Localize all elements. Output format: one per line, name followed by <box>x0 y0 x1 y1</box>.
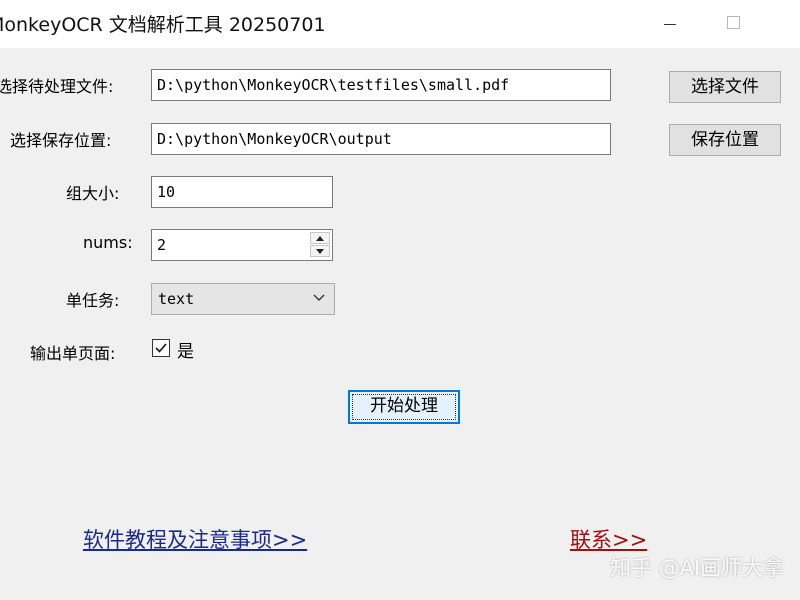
choose-file-button[interactable]: 选择文件 <box>669 71 781 103</box>
input-file-field[interactable]: D:\python\MonkeyOCR\testfiles\small.pdf <box>151 69 611 101</box>
start-processing-button[interactable]: 开始处理 <box>348 390 460 424</box>
watermark: 知乎 @AI画师大拿 <box>610 556 785 580</box>
chevron-down-icon <box>313 294 325 301</box>
checkmark-icon <box>155 343 167 353</box>
title-bar: MonkeyOCR 文档解析工具 20250701 <box>0 0 800 48</box>
single-page-checkbox-label[interactable]: 是 <box>177 337 194 362</box>
focus-ring <box>352 394 456 420</box>
single-page-label: 输出单页面: <box>30 344 116 363</box>
app-window: MonkeyOCR 文档解析工具 20250701 选择待处理文件: D:\py… <box>0 0 800 600</box>
group-size-field[interactable]: 10 <box>151 176 333 208</box>
tutorial-link[interactable]: 软件教程及注意事项>> <box>83 524 307 554</box>
contact-link[interactable]: 联系>> <box>570 524 647 554</box>
maximize-icon[interactable] <box>714 6 754 40</box>
output-dir-field[interactable]: D:\python\MonkeyOCR\output <box>151 123 611 155</box>
spin-down-icon[interactable] <box>310 245 330 257</box>
single-page-checkbox[interactable] <box>152 339 170 357</box>
nums-spinbox[interactable]: 2 <box>151 229 333 261</box>
input-file-label: 选择待处理文件: <box>0 77 114 96</box>
spin-up-icon[interactable] <box>310 232 330 244</box>
output-dir-label: 选择保存位置: <box>10 131 112 150</box>
save-location-button[interactable]: 保存位置 <box>669 124 781 156</box>
window-title: MonkeyOCR 文档解析工具 20250701 <box>0 14 326 36</box>
single-task-select[interactable]: text <box>151 283 335 315</box>
nums-spinner <box>310 232 330 258</box>
single-task-label: 单任务: <box>66 291 120 310</box>
nums-value: 2 <box>157 236 167 254</box>
group-size-label: 组大小: <box>66 184 120 203</box>
minimize-icon[interactable] <box>650 6 690 40</box>
nums-label: nums: <box>83 233 133 252</box>
single-task-value: text <box>158 290 195 308</box>
